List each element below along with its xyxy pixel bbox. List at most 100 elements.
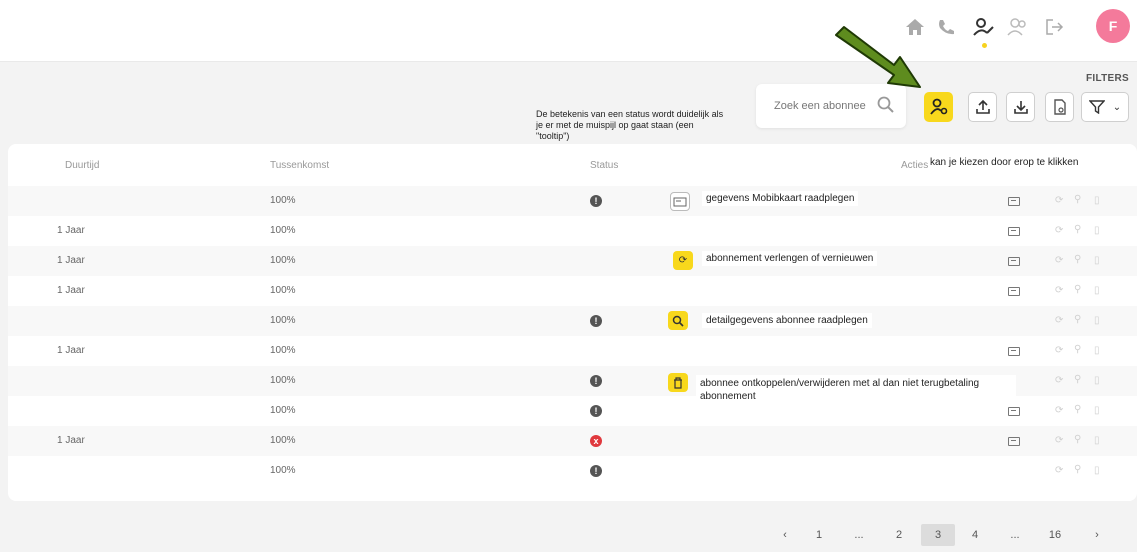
filters-label[interactable]: FILTERS: [1086, 73, 1129, 84]
upload-button[interactable]: [968, 92, 997, 122]
upload-icon: [975, 99, 990, 114]
cell-tussenkomst: 100%: [270, 315, 296, 326]
table-row[interactable]: [8, 426, 1137, 456]
table-row[interactable]: [8, 246, 1137, 276]
cell-tussenkomst: 100%: [270, 465, 296, 476]
header-status[interactable]: Status: [590, 160, 618, 171]
phone-icon[interactable]: [934, 15, 958, 39]
search-action-icon[interactable]: ⚲: [1074, 374, 1081, 385]
renew-action-icon[interactable]: ⟳: [1055, 195, 1063, 206]
page-2[interactable]: 2: [888, 524, 910, 546]
table-row[interactable]: [8, 306, 1137, 336]
page-1[interactable]: 1: [808, 524, 830, 546]
document-button[interactable]: [1045, 92, 1074, 122]
download-button[interactable]: [1006, 92, 1035, 122]
cell-tussenkomst: 100%: [270, 255, 296, 266]
tip-ontkoppelen: abonnee ontkoppelen/verwijderen met al d…: [696, 375, 1016, 405]
arrow-annotation-icon: [835, 26, 921, 88]
active-indicator: [982, 43, 987, 48]
status-error-icon[interactable]: x: [590, 435, 602, 447]
card-action-icon[interactable]: [1008, 257, 1020, 266]
trash-action-icon[interactable]: ▯: [1094, 285, 1100, 296]
header-duurtijd[interactable]: Duurtijd: [65, 160, 99, 171]
status-warning-icon[interactable]: !: [590, 375, 602, 387]
status-warning-icon[interactable]: !: [590, 195, 602, 207]
renew-action-icon[interactable]: ⟳: [1055, 255, 1063, 266]
document-icon: [1053, 99, 1066, 115]
trash-action-icon[interactable]: ▯: [1094, 195, 1100, 206]
top-navigation: F: [0, 0, 1137, 62]
status-warning-icon[interactable]: !: [590, 465, 602, 477]
cell-duurtijd: 1 Jaar: [57, 255, 85, 266]
chevron-down-icon: ⌄: [1112, 101, 1122, 113]
trash-action-icon[interactable]: ▯: [1094, 345, 1100, 356]
filter-dropdown-button[interactable]: ⌄: [1081, 92, 1129, 122]
pagination-prev[interactable]: ‹: [774, 524, 796, 546]
pagination-next[interactable]: ›: [1086, 524, 1108, 546]
table-row[interactable]: [8, 336, 1137, 366]
search-action-icon[interactable]: ⚲: [1074, 194, 1081, 205]
search-action-icon[interactable]: ⚲: [1074, 464, 1081, 475]
page-16[interactable]: 16: [1044, 524, 1066, 546]
header-acties[interactable]: Acties: [901, 160, 928, 171]
acties-annotation: kan je kiezen door erop te klikken: [930, 157, 1079, 168]
filter-icon: [1088, 100, 1105, 114]
status-warning-icon[interactable]: !: [590, 405, 602, 417]
table-row[interactable]: [8, 456, 1137, 486]
trash-icon: [668, 373, 688, 392]
trash-action-icon[interactable]: ▯: [1094, 255, 1100, 266]
user-edit-icon[interactable]: [972, 15, 996, 39]
logout-icon[interactable]: [1043, 15, 1067, 39]
cell-tussenkomst: 100%: [270, 435, 296, 446]
trash-action-icon[interactable]: ▯: [1094, 375, 1100, 386]
renew-action-icon[interactable]: ⟳: [1055, 345, 1063, 356]
status-warning-icon[interactable]: !: [590, 315, 602, 327]
user-link-icon: [929, 98, 947, 115]
link-user-button[interactable]: [924, 92, 953, 122]
renew-action-icon[interactable]: ⟳: [1055, 225, 1063, 236]
renew-action-icon[interactable]: ⟳: [1055, 465, 1063, 476]
renew-action-icon[interactable]: ⟳: [1055, 405, 1063, 416]
card-icon: [670, 192, 690, 211]
search-detail-icon: [668, 311, 688, 330]
page-4[interactable]: 4: [964, 524, 986, 546]
card-action-icon[interactable]: [1008, 407, 1020, 416]
renew-action-icon[interactable]: ⟳: [1055, 375, 1063, 386]
card-action-icon[interactable]: [1008, 227, 1020, 236]
renew-action-icon[interactable]: ⟳: [1055, 315, 1063, 326]
cell-duurtijd: 1 Jaar: [57, 345, 85, 356]
search-placeholder: Zoek een abonnee: [774, 100, 866, 112]
search-action-icon[interactable]: ⚲: [1074, 224, 1081, 235]
search-icon[interactable]: [877, 96, 895, 119]
cell-tussenkomst: 100%: [270, 405, 296, 416]
trash-action-icon[interactable]: ▯: [1094, 465, 1100, 476]
search-action-icon[interactable]: ⚲: [1074, 404, 1081, 415]
card-action-icon[interactable]: [1008, 197, 1020, 206]
table-row[interactable]: [8, 186, 1137, 216]
table-row[interactable]: [8, 276, 1137, 306]
card-action-icon[interactable]: [1008, 437, 1020, 446]
table-row[interactable]: [8, 216, 1137, 246]
trash-action-icon[interactable]: ▯: [1094, 315, 1100, 326]
page-3-active[interactable]: 3: [921, 524, 955, 546]
avatar[interactable]: F: [1096, 9, 1130, 43]
header-tussenkomst[interactable]: Tussenkomst: [270, 160, 329, 171]
search-action-icon[interactable]: ⚲: [1074, 314, 1081, 325]
search-action-icon[interactable]: ⚲: [1074, 434, 1081, 445]
card-action-icon[interactable]: [1008, 287, 1020, 296]
cell-tussenkomst: 100%: [270, 285, 296, 296]
search-action-icon[interactable]: ⚲: [1074, 284, 1081, 295]
search-action-icon[interactable]: ⚲: [1074, 254, 1081, 265]
users-icon[interactable]: [1006, 15, 1030, 39]
trash-action-icon[interactable]: ▯: [1094, 225, 1100, 236]
cell-tussenkomst: 100%: [270, 195, 296, 206]
cell-tussenkomst: 100%: [270, 225, 296, 236]
renew-action-icon[interactable]: ⟳: [1055, 435, 1063, 446]
renew-icon: ⟳: [673, 251, 693, 270]
trash-action-icon[interactable]: ▯: [1094, 435, 1100, 446]
renew-action-icon[interactable]: ⟳: [1055, 285, 1063, 296]
search-action-icon[interactable]: ⚲: [1074, 344, 1081, 355]
trash-action-icon[interactable]: ▯: [1094, 405, 1100, 416]
status-tooltip-annotation: De betekenis van een status wordt duidel…: [536, 109, 724, 141]
card-action-icon[interactable]: [1008, 347, 1020, 356]
